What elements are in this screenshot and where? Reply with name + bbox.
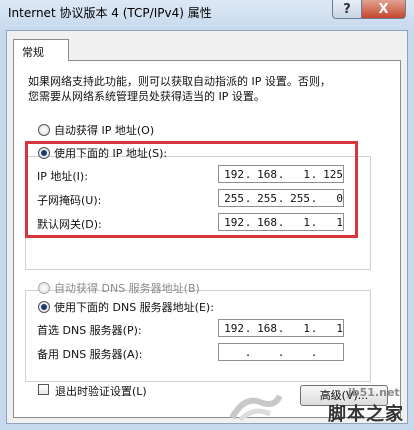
validate-checkbox[interactable] [38,384,49,395]
description-line-2: 您需要从网络系统管理员处获得适当的 IP 设置。 [28,90,265,103]
manual-dns-radio[interactable] [38,301,50,313]
help-icon: ? [343,1,351,17]
auto-ip-label: 自动获得 IP 地址(O) [54,124,155,137]
description-line-1: 如果网络支持此功能，则可以获取自动指派的 IP 设置。否则， [28,75,331,88]
watermark-site: jb51.net [348,386,400,399]
watermark-logo-icon [230,394,282,422]
window-title: Internet 协议版本 4 (TCP/IPv4) 属性 [8,6,212,20]
pdns-octet-2: 168 [257,321,277,335]
tab-general-label: 常规 [22,46,44,59]
highlight-box [25,141,358,238]
auto-ip-radio[interactable] [38,124,50,136]
close-icon: X [378,1,389,17]
title-bar: Internet 协议版本 4 (TCP/IPv4) 属性 ? X [0,0,414,30]
preferred-dns-label: 首选 DNS 服务器(P): [37,324,142,337]
manual-dns-label: 使用下面的 DNS 服务器地址(E): [54,301,214,314]
close-button[interactable]: X [361,0,406,19]
help-button[interactable]: ? [332,0,362,19]
tab-general[interactable]: 常规 [13,39,69,61]
validate-checkbox-label: 退出时验证设置(L) [55,385,147,398]
watermark-name: 脚本之家 [328,404,404,425]
auto-dns-label: 自动获得 DNS 服务器地址(B) [54,282,200,295]
general-page: 如果网络支持此功能，则可以获取自动指派的 IP 设置。否则， 您需要从网络系统管… [13,60,401,418]
pdns-octet-3: 1 [303,321,310,335]
pdns-octet-1: 192 [224,321,244,335]
alternate-dns-label: 备用 DNS 服务器(A): [37,348,143,361]
auto-dns-radio[interactable] [38,282,50,294]
preferred-dns-input[interactable]: 192. 168. 1. 1 [218,319,344,337]
pdns-octet-4: 1 [336,321,343,335]
alternate-dns-input[interactable]: . . . [218,343,344,361]
